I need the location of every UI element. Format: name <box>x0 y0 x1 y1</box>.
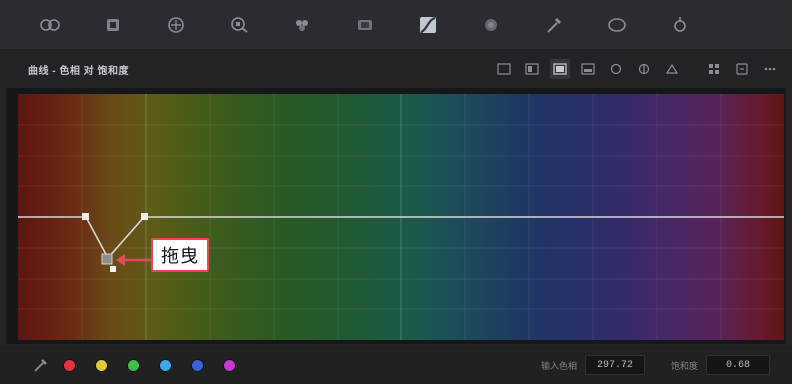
colour-warper-tool[interactable] <box>459 5 522 45</box>
hue-vs-lum-mode-icon <box>581 63 595 75</box>
rgb-mixer-tool[interactable] <box>144 5 207 45</box>
grid-options-icon <box>709 64 719 74</box>
qualifier-eyedropper-tool-icon <box>546 17 561 33</box>
reset-button[interactable] <box>732 59 752 79</box>
curve-editor-panel <box>6 88 786 344</box>
qualifier-eyedropper-tool[interactable] <box>522 5 585 45</box>
green-swatch[interactable] <box>128 359 139 371</box>
curve-mode-title: 曲线 - 色相 对 饱和度 <box>28 65 129 77</box>
curve-graph-svg <box>18 94 784 340</box>
colour-wheels-tool[interactable] <box>18 5 81 45</box>
curves-panel-window: 曲线 - 色相 对 饱和度 拖曳 输入色相 297.72 饱和度 0.68 <box>0 0 792 384</box>
curves-tool-icon <box>419 16 436 33</box>
red-swatch[interactable] <box>64 359 75 371</box>
sat-vs-sat-mode-icon <box>638 63 650 75</box>
tracker-tool-icon <box>673 16 686 32</box>
eyedropper-icon[interactable] <box>32 356 50 374</box>
colour-warper-tool-icon <box>484 18 497 31</box>
rgb-mixer-tool-icon <box>167 16 184 33</box>
lum-vs-sat-mode-button[interactable] <box>606 59 626 79</box>
camera-raw-tool-icon <box>357 19 372 30</box>
sat-vs-lum-mode-icon <box>665 63 679 74</box>
input-hue-field[interactable]: 297.72 <box>584 355 645 375</box>
custom-curve-mode-icon <box>497 63 511 75</box>
curve-control-point-right[interactable] <box>141 213 148 220</box>
curve-control-point-handle[interactable] <box>110 266 116 272</box>
drag-annotation-label: 拖曳 <box>151 238 209 272</box>
lum-vs-sat-mode-icon <box>610 63 622 75</box>
blue-swatch[interactable] <box>192 359 203 371</box>
saturation-label: 饱和度 <box>670 360 698 371</box>
motion-effects-tool-icon <box>295 19 308 31</box>
hue-vs-sat-mode-icon <box>553 63 567 75</box>
custom-curve-mode-button[interactable] <box>494 59 514 79</box>
hdr-grid-tool-icon <box>106 18 119 31</box>
curve-bottom-bar: 输入色相 297.72 饱和度 0.68 <box>0 346 792 384</box>
hue-vs-lum-mode-button[interactable] <box>578 59 598 79</box>
hue-vs-sat-graph[interactable] <box>18 94 784 340</box>
window-tool-icon <box>607 17 626 32</box>
hue-vs-hue-mode-button[interactable] <box>522 59 542 79</box>
primaries-tool-icon <box>230 16 248 33</box>
magenta-swatch[interactable] <box>224 359 235 371</box>
sat-vs-lum-mode-button[interactable] <box>662 59 682 79</box>
yellow-swatch[interactable] <box>96 359 107 371</box>
reset-icon <box>736 63 748 75</box>
sat-vs-sat-mode-button[interactable] <box>634 59 654 79</box>
motion-effects-tool[interactable] <box>270 5 333 45</box>
grid-options-button[interactable] <box>704 59 724 79</box>
more-options-icon <box>764 67 776 71</box>
curves-header: 曲线 - 色相 对 饱和度 <box>0 50 792 88</box>
curve-control-point-dragged[interactable] <box>101 253 113 265</box>
hdr-grid-tool[interactable] <box>81 5 144 45</box>
tracker-tool[interactable] <box>648 5 711 45</box>
primaries-tool[interactable] <box>207 5 270 45</box>
curves-tool[interactable] <box>396 5 459 45</box>
palette-toolbar <box>0 0 792 50</box>
cyan-swatch[interactable] <box>160 359 171 371</box>
input-hue-label: 输入色相 <box>540 360 577 371</box>
hue-vs-hue-mode-icon <box>525 63 539 75</box>
camera-raw-tool[interactable] <box>333 5 396 45</box>
window-tool[interactable] <box>585 5 648 45</box>
hue-vs-sat-mode-button[interactable] <box>550 59 570 79</box>
colour-wheels-tool-icon <box>39 18 60 31</box>
curve-control-point-left[interactable] <box>82 213 89 220</box>
saturation-field[interactable]: 0.68 <box>706 355 770 375</box>
more-options-button[interactable] <box>760 59 780 79</box>
